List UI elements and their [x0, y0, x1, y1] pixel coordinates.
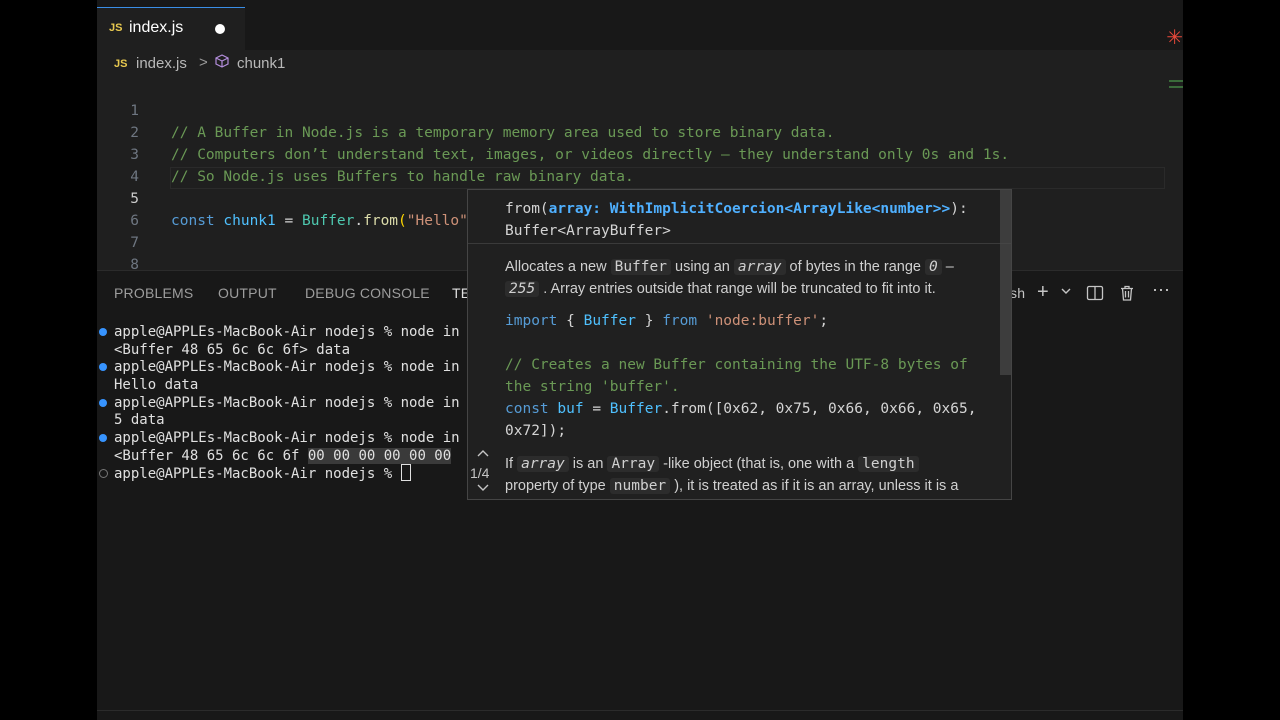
- string-literal: 'node:buffer': [705, 313, 820, 329]
- command-pending-icon[interactable]: [99, 469, 108, 478]
- doc-text: If array is an Array -like object (that …: [505, 453, 919, 475]
- terminal-shell-label[interactable]: sh: [1010, 285, 1025, 301]
- hover-scrollbar[interactable]: [1000, 190, 1011, 375]
- signature: from(array: WithImplicitCoercion<ArrayLi…: [505, 198, 968, 242]
- tab-label: index.js: [129, 19, 184, 36]
- signature-param: array: WithImplicitCoercion<ArrayLike<nu…: [548, 201, 951, 217]
- code-example-statement: const buf = Buffer.from([0x62, 0x75, 0x6…: [505, 398, 976, 420]
- split-icon[interactable]: [1086, 284, 1104, 307]
- trash-icon[interactable]: [1118, 284, 1136, 307]
- signature-name: from(: [505, 201, 549, 217]
- code-text: .from([0x62, 0x75, 0x66, 0x66, 0x65,: [662, 401, 977, 417]
- code-line-active: 5 const chunk1 = Buffer.from("Hello"): [97, 166, 1183, 229]
- signature-return: Buffer<ArrayBuffer>: [505, 223, 671, 239]
- chevron-down-icon[interactable]: [1060, 284, 1072, 302]
- variable: buf: [557, 401, 584, 417]
- more-icon[interactable]: ⋯: [1152, 280, 1170, 301]
- keyword: from: [662, 313, 698, 329]
- terminal-line: Hello data: [114, 377, 199, 393]
- hover-tooltip[interactable]: 1/4 from(array: WithImplicitCoercion<Arr…: [467, 189, 1012, 500]
- command-success-icon[interactable]: [99, 434, 107, 442]
- code-example-comment: // Creates a new Buffer containing the U…: [505, 357, 968, 373]
- status-bar: [97, 710, 1183, 720]
- terminal-line: <Buffer 48 65 6c 6c 6f 00 00 00 00 00 00: [114, 447, 452, 465]
- javascript-file-icon: JS: [109, 22, 123, 34]
- terminal-line: <Buffer 48 65 6c 6c 6f> data: [114, 342, 351, 358]
- inline-code: number: [609, 478, 671, 494]
- inline-code: array: [733, 259, 786, 275]
- selected-text: 00 00 00 00 00 00: [307, 448, 452, 464]
- doc-text: 255 . Array entries outside that range w…: [505, 278, 936, 300]
- doc-text-run: . Array entries outside that range will …: [539, 281, 936, 297]
- tab-problems[interactable]: PROBLEMS: [114, 285, 193, 301]
- command-success-icon[interactable]: [99, 363, 107, 371]
- tab-index-js[interactable]: JS index.js: [97, 7, 245, 50]
- doc-text-run: If: [505, 456, 518, 472]
- overload-count: 1/4: [470, 465, 490, 481]
- editor-window: JS index.js ✳ JS index.js > chunk1 1 // …: [97, 0, 1183, 720]
- chevron-down-icon[interactable]: [477, 482, 489, 496]
- plus-icon[interactable]: +: [1037, 281, 1049, 304]
- inline-code: Buffer: [610, 259, 671, 275]
- signature-close: ):: [950, 201, 968, 217]
- divider: [468, 243, 1011, 244]
- code-example-import: import { Buffer } from 'node:buffer';: [505, 310, 828, 332]
- code-line: 2 // Computers don’t understand text, im…: [97, 100, 1183, 163]
- operator: =: [583, 401, 610, 417]
- extension-burst-icon[interactable]: ✳: [1166, 25, 1183, 50]
- doc-text-run: Allocates a new: [505, 259, 611, 275]
- doc-text-run: –: [941, 259, 954, 275]
- doc-text-run: using an: [670, 259, 734, 275]
- chevron-up-icon[interactable]: [477, 447, 489, 461]
- class-name: Buffer: [609, 401, 663, 417]
- terminal-cursor: [400, 464, 411, 481]
- breadcrumb-symbol[interactable]: chunk1: [237, 55, 285, 72]
- doc-text-run: property of type: [505, 478, 610, 494]
- punctuation: {: [566, 313, 584, 329]
- inline-code: 0: [924, 259, 942, 275]
- doc-text: property of type number ), it is treated…: [505, 475, 958, 497]
- breadcrumb: JS index.js > chunk1: [97, 50, 1183, 78]
- doc-text: Allocates a new Buffer using an array of…: [505, 256, 954, 278]
- unsaved-dot-icon[interactable]: [215, 24, 225, 34]
- inline-code: 255: [505, 281, 540, 297]
- variable-symbol-icon: [215, 54, 229, 68]
- inline-code: Array: [607, 456, 660, 472]
- command-success-icon[interactable]: [99, 399, 107, 407]
- variable: Buffer: [583, 313, 636, 329]
- punctuation: ;: [819, 313, 829, 329]
- keyword: import: [505, 313, 558, 329]
- keyword: const: [505, 401, 549, 417]
- command-success-icon[interactable]: [99, 328, 107, 336]
- tab-output[interactable]: OUTPUT: [218, 285, 277, 301]
- code-example-comment: the string 'buffer'.: [505, 379, 680, 395]
- terminal-line: apple@APPLEs-MacBook-Air nodejs % node i…: [114, 324, 460, 340]
- code-line: 3 // So Node.js uses Buffers to handle r…: [97, 122, 1183, 185]
- inline-code: length: [858, 456, 919, 472]
- tab-bar: JS index.js ✳: [97, 0, 1183, 50]
- code-example-continuation: 0x72]);: [505, 423, 567, 439]
- terminal-line: 5 data: [114, 412, 165, 428]
- tab-debug-console[interactable]: DEBUG CONSOLE: [305, 285, 430, 301]
- doc-text-run: of bytes in the range: [785, 259, 925, 275]
- terminal-prompt-line: apple@APPLEs-MacBook-Air nodejs %: [114, 464, 411, 482]
- javascript-file-icon: JS: [114, 58, 128, 70]
- terminal-text: <Buffer 48 65 6c 6c 6f: [114, 448, 308, 464]
- doc-text-run: -like object (that is, one with a: [659, 456, 859, 472]
- terminal-prompt: apple@APPLEs-MacBook-Air nodejs %: [114, 466, 401, 482]
- terminal-line: apple@APPLEs-MacBook-Air nodejs % node i…: [114, 395, 460, 411]
- code-line: 4: [97, 144, 1183, 185]
- terminal-line: apple@APPLEs-MacBook-Air nodejs % node i…: [114, 359, 460, 375]
- breadcrumb-file[interactable]: index.js: [136, 55, 187, 72]
- doc-text-run: ), it is treated as if it is an array, u…: [670, 478, 959, 494]
- punctuation: }: [635, 313, 654, 329]
- overload-navigator: 1/4: [468, 190, 500, 499]
- code-line: 1 // A Buffer in Node.js is a temporary …: [97, 78, 1183, 141]
- inline-code: array: [517, 456, 569, 472]
- doc-text-run: is an: [568, 456, 608, 472]
- terminal-line: apple@APPLEs-MacBook-Air nodejs % node i…: [114, 430, 460, 446]
- breadcrumb-separator: >: [199, 54, 208, 71]
